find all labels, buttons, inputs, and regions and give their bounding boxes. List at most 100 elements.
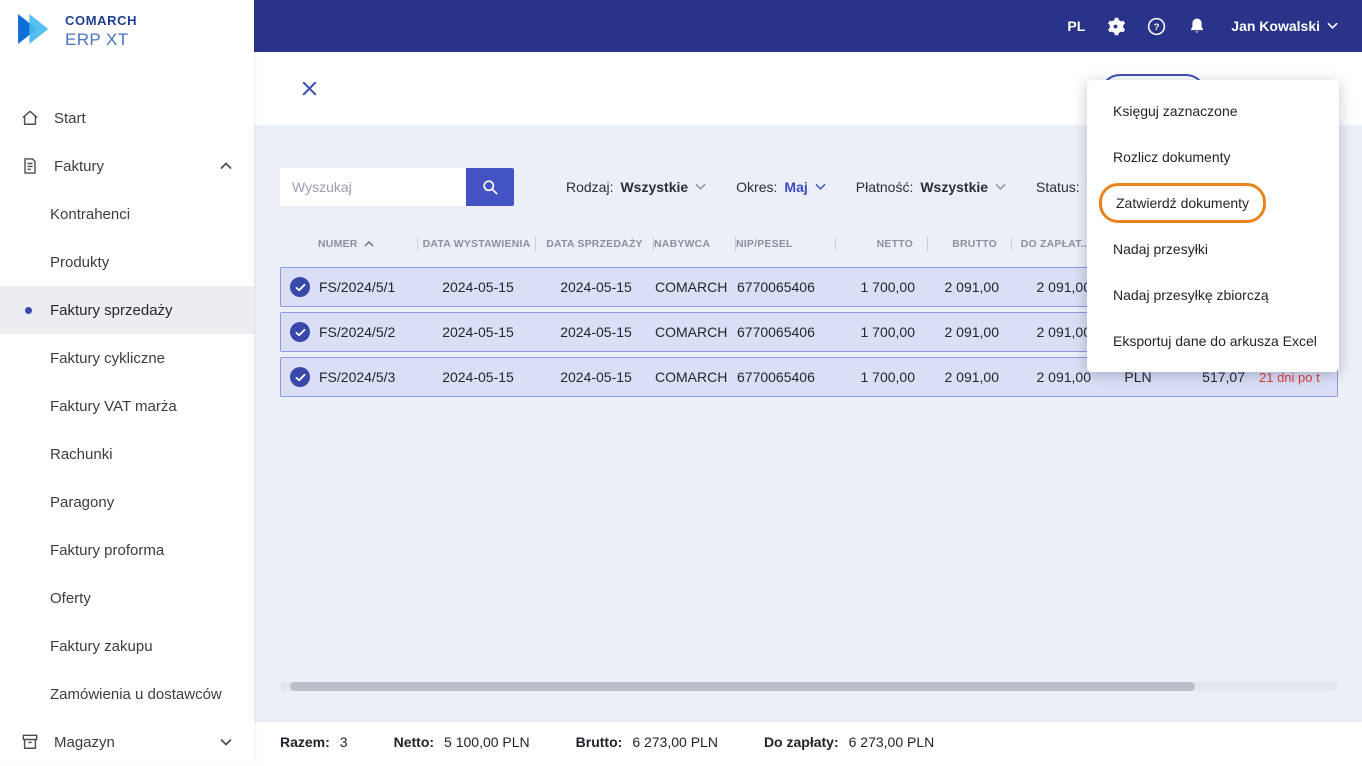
scrollbar-thumb[interactable] (290, 682, 1195, 691)
chevron-down-icon (1327, 22, 1338, 30)
sidebar-item-faktury[interactable]: Faktury (0, 142, 254, 190)
cell-brutto: 2 091,00 (944, 279, 1000, 295)
sidebar-item-rachunki[interactable]: Rachunki (0, 430, 254, 478)
invoice-icon (24, 158, 36, 174)
comarch-logo-icon (18, 13, 49, 45)
sidebar-item-faktury-zakupu[interactable]: Faktury zakupu (0, 622, 254, 670)
gear-icon (1108, 17, 1126, 35)
sort-ascending-icon (363, 241, 374, 247)
sidebar-item-label: Faktury VAT marża (50, 397, 177, 415)
footer-summary: Razem: 3 Netto: 5 100,00 PLN Brutto: 6 2… (254, 722, 1362, 762)
summary-netto: Netto: 5 100,00 PLN (393, 734, 530, 750)
column-header-netto[interactable]: NETTO (836, 237, 928, 251)
sidebar-item-faktury-sprzedazy[interactable]: Faktury sprzedaży (0, 286, 254, 334)
column-header-numer[interactable]: NUMER (318, 237, 418, 251)
menu-item-nadaj-przesylke-zbiorcza[interactable]: Nadaj przesyłkę zbiorczą (1087, 272, 1339, 318)
column-header-nip-pesel[interactable]: NIP/PESEL (736, 237, 836, 251)
cell-data-sprzedazy: 2024-05-15 (560, 279, 632, 295)
sidebar-item-oferty[interactable]: Oferty (0, 574, 254, 622)
column-header-nabywca[interactable]: NABYWCA (654, 237, 736, 251)
cell-nabywca: COMARCH (655, 279, 728, 295)
summary-do-zaplaty: Do zapłaty: 6 273,00 PLN (763, 734, 935, 750)
filter-label: Rodzaj: (566, 179, 614, 195)
filter-value: Wszystkie (620, 179, 689, 195)
cell-brutto: 2 091,00 (944, 324, 1000, 340)
sidebar-item-label: Produkty (50, 253, 110, 271)
check-circle-icon (290, 367, 310, 387)
bell-icon (1191, 18, 1204, 33)
check-circle-icon (290, 322, 310, 342)
sidebar-item-label: Faktury cykliczne (50, 349, 166, 367)
cell-nip-pesel: 6770065406 (737, 369, 815, 385)
user-menu[interactable]: Jan Kowalski (1231, 18, 1338, 34)
column-header-data-wystawienia[interactable]: DATA WYSTAWIENIA (418, 237, 536, 251)
column-header-check (280, 237, 318, 251)
menu-item-rozlicz-dokumenty[interactable]: Rozlicz dokumenty (1087, 134, 1339, 180)
cell-nip-pesel: 6770065406 (737, 324, 815, 340)
menu-item-nadaj-przesylki[interactable]: Nadaj przesyłki (1087, 226, 1339, 272)
sidebar-item-magazyn[interactable]: Magazyn (0, 718, 254, 766)
row-checkbox[interactable] (281, 277, 319, 297)
home-icon (22, 110, 38, 125)
search-button[interactable] (466, 168, 514, 206)
sidebar-item-label: Oferty (50, 589, 91, 607)
close-icon (302, 81, 316, 96)
sidebar-item-label: Rachunki (50, 445, 113, 463)
sidebar-item-faktury-cykliczne[interactable]: Faktury cykliczne (0, 334, 254, 382)
cell-netto: 1 700,00 (860, 324, 916, 340)
cell-data-wystawienia: 2024-05-15 (442, 279, 514, 295)
chevron-down-icon (695, 183, 706, 190)
sidebar-item-label: Zamówienia u dostawców (50, 685, 222, 703)
brand-name: COMARCH (65, 13, 138, 28)
chevron-down-icon (995, 183, 1006, 190)
sidebar-item-label: Faktury zakupu (50, 637, 153, 655)
language-selector[interactable]: PL (1067, 18, 1085, 34)
search-input[interactable] (280, 168, 466, 206)
filter-okres[interactable]: Okres: Maj (736, 179, 826, 195)
search-icon (483, 180, 498, 195)
sidebar-item-start[interactable]: Start (0, 94, 254, 142)
sidebar-item-zamowienia-u-dostawcow[interactable]: Zamówienia u dostawców (0, 670, 254, 718)
settings-button[interactable] (1105, 16, 1126, 37)
row-checkbox[interactable] (281, 322, 319, 342)
filter-platnosc[interactable]: Płatność: Wszystkie (856, 179, 1006, 195)
cell-nabywca: COMARCH (655, 369, 728, 385)
close-selection-button[interactable] (296, 76, 322, 102)
warehouse-box-icon (22, 734, 38, 749)
sidebar-item-label: Start (54, 109, 86, 127)
app-logo: COMARCH ERP XT (0, 0, 254, 94)
cell-nabywca: COMARCH (655, 324, 728, 340)
horizontal-scrollbar (280, 682, 1338, 691)
operations-context-menu: Księguj zaznaczone Rozlicz dokumenty Zat… (1087, 80, 1339, 372)
summary-razem: Razem: 3 (280, 734, 348, 750)
sidebar: COMARCH ERP XT Start Faktury Kontrahenci… (0, 0, 254, 762)
help-button[interactable]: ? (1146, 16, 1167, 37)
cell-numer: FS/2024/5/2 (319, 324, 396, 340)
sidebar-item-label: Kontrahenci (50, 205, 131, 223)
svg-text:?: ? (1154, 22, 1160, 33)
check-circle-icon (290, 277, 310, 297)
filter-bar: Rodzaj: Wszystkie Okres: Maj Płatność: W… (566, 179, 1172, 195)
sidebar-item-label: Paragony (50, 493, 115, 511)
cell-numer: FS/2024/5/1 (319, 279, 396, 295)
menu-item-ksieguj-zaznaczone[interactable]: Księguj zaznaczone (1087, 88, 1339, 134)
notifications-button[interactable] (1187, 16, 1207, 36)
sidebar-item-faktury-vat-marza[interactable]: Faktury VAT marża (0, 382, 254, 430)
sidebar-item-paragony[interactable]: Paragony (0, 478, 254, 526)
sidebar-item-produkty[interactable]: Produkty (0, 238, 254, 286)
sidebar-item-faktury-proforma[interactable]: Faktury proforma (0, 526, 254, 574)
cell-netto: 1 700,00 (860, 369, 916, 385)
menu-item-zatwierdz-dokumenty[interactable]: Zatwierdź dokumenty (1087, 180, 1339, 226)
filter-label: Okres: (736, 179, 778, 195)
row-checkbox[interactable] (281, 367, 319, 387)
chevron-down-icon (815, 183, 826, 190)
sidebar-item-kontrahenci[interactable]: Kontrahenci (0, 190, 254, 238)
column-header-data-sprzedazy[interactable]: DATA SPRZEDAŻY (536, 237, 654, 251)
menu-item-eksportuj-excel[interactable]: Eksportuj dane do arkusza Excel (1087, 318, 1339, 364)
topbar: PL ? Jan Kowalski (254, 0, 1362, 52)
chevron-down-icon (220, 738, 232, 746)
cell-data-sprzedazy: 2024-05-15 (560, 324, 632, 340)
filter-rodzaj[interactable]: Rodzaj: Wszystkie (566, 179, 706, 195)
filter-label: Status: (1036, 179, 1080, 195)
column-header-brutto[interactable]: BRUTTO (928, 237, 1012, 251)
